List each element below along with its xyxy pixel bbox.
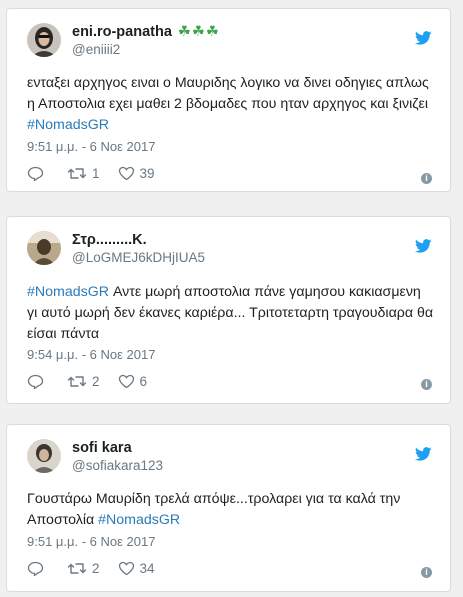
retweet-count: 1	[92, 165, 100, 181]
retweet-count: 2	[92, 560, 100, 576]
display-name[interactable]: Στρ.........Κ.	[72, 232, 147, 248]
tweet-header: Στρ.........Κ. @LoGMEJ6kDHjIUA5	[7, 217, 450, 265]
tweet-header: sofi kara @sofiakara123	[7, 425, 450, 473]
tweet-timestamp[interactable]: 9:54 μ.μ. - 6 Νοε 2017	[27, 347, 155, 362]
twitter-bird-icon[interactable]	[415, 447, 432, 461]
tweet-text: #NomadsGR Αντε μωρή αποστολια πάνε γαμησ…	[27, 282, 436, 345]
twitter-bird-icon[interactable]	[415, 31, 432, 45]
retweet-button[interactable]: 2	[67, 561, 100, 576]
display-name-text[interactable]: eni.ro-panatha	[72, 24, 172, 40]
retweet-icon	[67, 375, 87, 387]
info-icon[interactable]: i	[421, 379, 432, 390]
reply-icon	[27, 561, 44, 576]
tweet-text-line: Γουστάρω Μαυρίδη τρελά απόψε...τρολαρει …	[27, 491, 401, 507]
like-count: 39	[139, 165, 155, 181]
heart-icon	[118, 166, 134, 180]
user-handle[interactable]: @LoGMEJ6kDHjIUA5	[72, 250, 205, 265]
retweet-button[interactable]: 1	[67, 166, 100, 181]
tweet-timestamp[interactable]: 9:51 μ.μ. - 6 Νοε 2017	[27, 139, 155, 154]
retweet-icon	[67, 562, 87, 574]
tweet-text: Γουστάρω Μαυρίδη τρελά απόψε...τρολαρει …	[27, 489, 436, 531]
tweet-card: eni.ro-panatha ☘☘☘ @eniiii2 ενταξει αρχηγ…	[6, 8, 451, 192]
tweet-timestamp[interactable]: 9:51 μ.μ. - 6 Νοε 2017	[27, 534, 155, 549]
tweet-text-line: Αντε μωρή αποστολια πάνε γαμησου κακιασμ…	[109, 284, 421, 300]
avatar[interactable]	[27, 23, 61, 57]
twitter-bird-icon[interactable]	[415, 239, 432, 253]
hashtag-link[interactable]: #NomadsGR	[27, 117, 109, 133]
retweet-button[interactable]: 2	[67, 374, 100, 389]
user-handle[interactable]: @sofiakara123	[72, 458, 163, 473]
tweet-text-line: γι αυτό μωρή δεν έκανες καριέρα... Τριτο…	[27, 305, 434, 321]
tweet-text-line: ενταξει αρχηγος ειναι ο Μαυριδης λογικο …	[27, 75, 429, 91]
tweet-actions: 1 39	[27, 164, 173, 182]
info-icon[interactable]: i	[421, 567, 432, 578]
reply-button[interactable]	[27, 166, 49, 181]
avatar[interactable]	[27, 439, 61, 473]
reply-icon	[27, 166, 44, 181]
tweet-text: ενταξει αρχηγος ειναι ο Μαυριδης λογικο …	[27, 73, 436, 136]
retweet-count: 2	[92, 373, 100, 389]
heart-icon	[118, 374, 134, 388]
tweet-text-line: η Αποστολια εχει μαθει 2 βδομαδες που ητ…	[27, 96, 428, 112]
tweet-actions: 2 6	[27, 372, 165, 390]
reply-button[interactable]	[27, 374, 49, 389]
like-button[interactable]: 6	[118, 373, 148, 389]
like-count: 6	[139, 373, 148, 389]
retweet-icon	[67, 167, 87, 179]
tweet-actions: 2 34	[27, 559, 173, 577]
user-handle[interactable]: @eniiii2	[72, 42, 120, 57]
like-button[interactable]: 34	[118, 561, 155, 576]
tweet-header: eni.ro-panatha ☘☘☘ @eniiii2	[7, 9, 450, 57]
tweet-card: Στρ.........Κ. @LoGMEJ6kDHjIUA5 #NomadsG…	[6, 216, 451, 404]
reply-button[interactable]	[27, 561, 49, 576]
like-count: 34	[139, 560, 155, 576]
hashtag-link[interactable]: #NomadsGR	[98, 512, 180, 528]
avatar[interactable]	[27, 231, 61, 265]
reply-icon	[27, 374, 44, 389]
like-button[interactable]: 39	[118, 166, 155, 181]
info-icon[interactable]: i	[421, 173, 432, 184]
tweet-text-line: Αποστολία	[27, 512, 99, 528]
display-name[interactable]: sofi kara	[72, 440, 132, 456]
clover-emoji: ☘☘☘	[177, 24, 220, 40]
hashtag-link[interactable]: #NomadsGR	[27, 284, 109, 300]
display-name[interactable]: eni.ro-panatha ☘☘☘	[72, 24, 220, 40]
tweet-card: sofi kara @sofiakara123 Γουστάρω Μαυρίδη…	[6, 424, 451, 592]
tweet-text-line: είσαι πάντα	[27, 326, 100, 342]
heart-icon	[118, 561, 134, 575]
